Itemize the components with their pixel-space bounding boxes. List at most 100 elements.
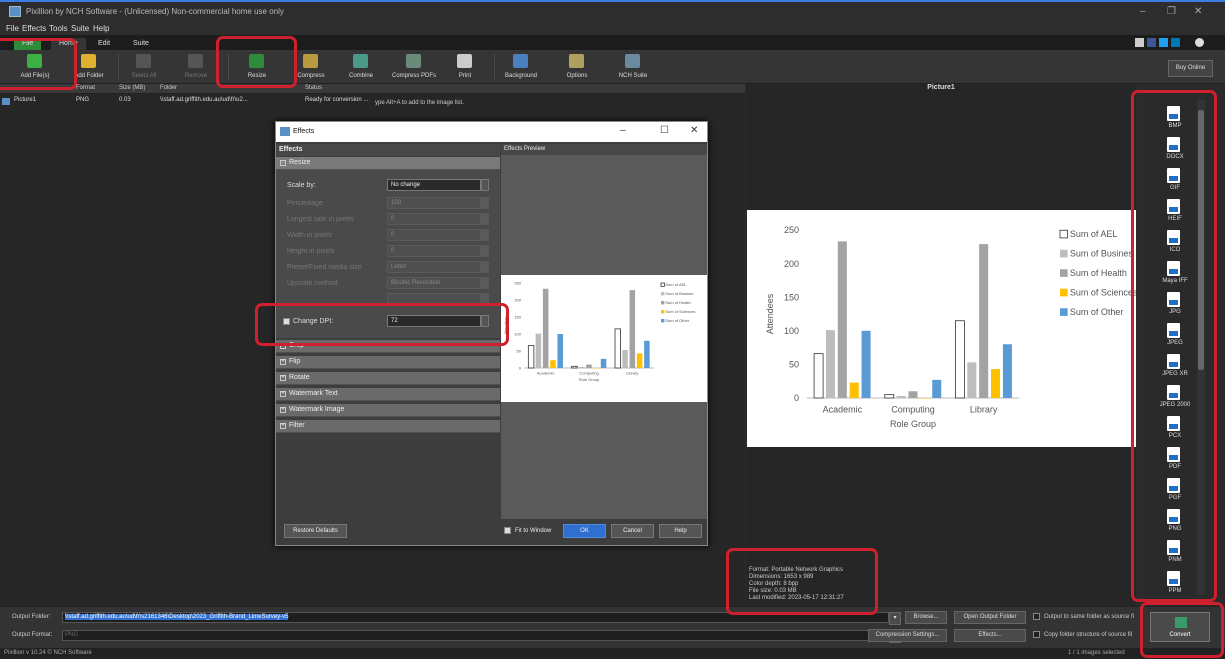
resize-group-header[interactable]: - Resize [276, 157, 500, 170]
format-item-gif[interactable]: GIF [1145, 168, 1205, 198]
spinner-icon[interactable] [481, 293, 489, 305]
cancel-button[interactable]: Cancel [611, 524, 654, 538]
ok-button[interactable]: OK [563, 524, 606, 538]
change-dpi-checkbox[interactable] [283, 318, 290, 325]
compress-button[interactable]: Compress [284, 50, 338, 84]
resize-icon [249, 54, 264, 68]
help-icon[interactable] [1195, 38, 1204, 47]
format-item-pgf[interactable]: PGF [1145, 478, 1205, 508]
menu-suite[interactable]: Suite [71, 24, 89, 33]
menu-help[interactable]: Help [93, 24, 109, 33]
field-input[interactable]: 0 [387, 245, 481, 257]
resize-button[interactable]: Resize [230, 50, 284, 84]
dpi-input[interactable]: 72 [387, 315, 481, 327]
effect-group-filter[interactable]: + Filter [276, 420, 500, 433]
dialog-maximize-icon[interactable]: ☐ [660, 125, 669, 136]
field-input[interactable]: 0 [387, 229, 481, 241]
dialog-minimize-icon[interactable]: – [620, 125, 626, 136]
select-all-button[interactable]: Select All [117, 50, 171, 84]
format-item-jpeg-xr[interactable]: JPEG XR [1145, 354, 1205, 384]
combine-button[interactable]: Combine [334, 50, 388, 84]
menu-tools[interactable]: Tools [49, 24, 68, 33]
column-format[interactable]: Format [76, 85, 95, 91]
remove-button[interactable]: Remove [169, 50, 223, 84]
twitter-icon[interactable] [1159, 38, 1168, 47]
expand-icon: + [280, 375, 286, 381]
print-button[interactable]: Print [438, 50, 492, 84]
format-item-bmp[interactable]: BMP [1145, 106, 1205, 136]
compress-pdfs-button[interactable]: Compress PDFs [387, 50, 441, 84]
dialog-close-icon[interactable]: ✕ [690, 125, 698, 136]
restore-defaults-button[interactable]: Restore Defaults [284, 524, 347, 538]
close-icon[interactable]: ✕ [1194, 6, 1202, 17]
open-output-folder-button[interactable]: Open Output Folder [954, 611, 1026, 624]
add-folder-button[interactable]: Add Folder [62, 50, 116, 84]
format-item-docx[interactable]: DOCX [1145, 137, 1205, 167]
facebook-icon[interactable] [1147, 38, 1156, 47]
tab-edit[interactable]: Edit [90, 38, 118, 50]
help-button[interactable]: Help [659, 524, 702, 538]
format-item-jpg[interactable]: JPG [1145, 292, 1205, 322]
minimize-icon[interactable]: – [1140, 6, 1146, 17]
folder-dropdown-icon[interactable]: ▾ [889, 612, 901, 625]
copy-structure-checkbox[interactable] [1033, 631, 1040, 638]
output-format-input[interactable]: PNG [62, 630, 889, 641]
format-item-ico[interactable]: ICO [1145, 230, 1205, 260]
field-input[interactable]: Letter [387, 261, 481, 273]
nch-suite-button[interactable]: NCH Suite [606, 50, 660, 84]
format-scrollbar-thumb[interactable] [1198, 110, 1204, 370]
dropdown-icon[interactable] [481, 277, 489, 289]
effect-group-watermark-image[interactable]: + Watermark Image [276, 404, 500, 417]
field-input[interactable]: Bicubic Resolution [387, 277, 481, 289]
spinner-icon[interactable] [481, 315, 489, 327]
effect-group-crop[interactable]: + Crop [276, 340, 500, 353]
field-input[interactable]: No change [387, 179, 481, 191]
column-status[interactable]: Status [305, 85, 322, 91]
dropdown-icon[interactable] [481, 261, 489, 273]
menu-effects[interactable]: Effects [22, 24, 46, 33]
fit-to-window-checkbox[interactable] [504, 527, 511, 534]
spinner-icon[interactable] [481, 213, 489, 225]
same-folder-checkbox[interactable] [1033, 613, 1040, 620]
format-item-png[interactable]: PNG [1145, 509, 1205, 539]
format-item-pnm[interactable]: PNM [1145, 540, 1205, 570]
format-item-pcx[interactable]: PCX [1145, 416, 1205, 446]
field-input[interactable]: 0 [387, 213, 481, 225]
background-button[interactable]: Background [494, 50, 548, 84]
remove-icon [188, 54, 203, 68]
options-button[interactable]: Options [550, 50, 604, 84]
format-item-heif[interactable]: HEIF [1145, 199, 1205, 229]
spinner-icon[interactable] [481, 229, 489, 241]
tab-file[interactable]: File [14, 38, 42, 50]
menu-file[interactable]: File [6, 24, 19, 33]
browse-button[interactable]: Browse... [905, 611, 947, 624]
status-bar: Pixillion v 10.24 © NCH Software 1 / 1 i… [0, 648, 1225, 659]
spinner-icon[interactable] [481, 197, 489, 209]
tab-home[interactable]: Home [51, 38, 86, 50]
convert-button[interactable]: Convert [1150, 612, 1210, 642]
format-item-maya-iff[interactable]: Maya IFF [1145, 261, 1205, 291]
effect-group-rotate[interactable]: + Rotate [276, 372, 500, 385]
effects-button[interactable]: Effects... [954, 629, 1026, 642]
format-item-jpeg-2000[interactable]: JPEG 2000 [1145, 385, 1205, 415]
buy-online-button[interactable]: Buy Online [1168, 60, 1213, 77]
dropdown-icon[interactable] [481, 179, 489, 191]
column-size[interactable]: Size (MB) [119, 85, 145, 91]
linkedin-icon[interactable] [1171, 38, 1180, 47]
format-item-pdf[interactable]: PDF [1145, 447, 1205, 477]
effect-group-flip[interactable]: + Flip [276, 356, 500, 369]
like-icon[interactable] [1135, 38, 1144, 47]
restore-icon[interactable]: ❐ [1167, 6, 1176, 17]
effect-group-watermark-text[interactable]: + Watermark Text [276, 388, 500, 401]
output-folder-input[interactable]: \\staff.ad.griffith.edu.au\ud\fr\s216134… [62, 612, 889, 623]
table-row[interactable]: Picture1 PNG 0.03 \\staff.ad.griffith.ed… [0, 97, 375, 107]
add-files-button[interactable]: Add File(s) [8, 50, 62, 84]
spinner-icon[interactable] [481, 245, 489, 257]
column-folder[interactable]: Folder [160, 85, 177, 91]
format-item-jpeg[interactable]: JPEG [1145, 323, 1205, 353]
format-item-ppm[interactable]: PPM [1145, 571, 1205, 601]
compression-settings-button[interactable]: Compression Settings... [868, 629, 947, 642]
field-input[interactable] [387, 293, 481, 305]
field-input[interactable]: 100 [387, 197, 481, 209]
tab-suite[interactable]: Suite [125, 38, 157, 50]
